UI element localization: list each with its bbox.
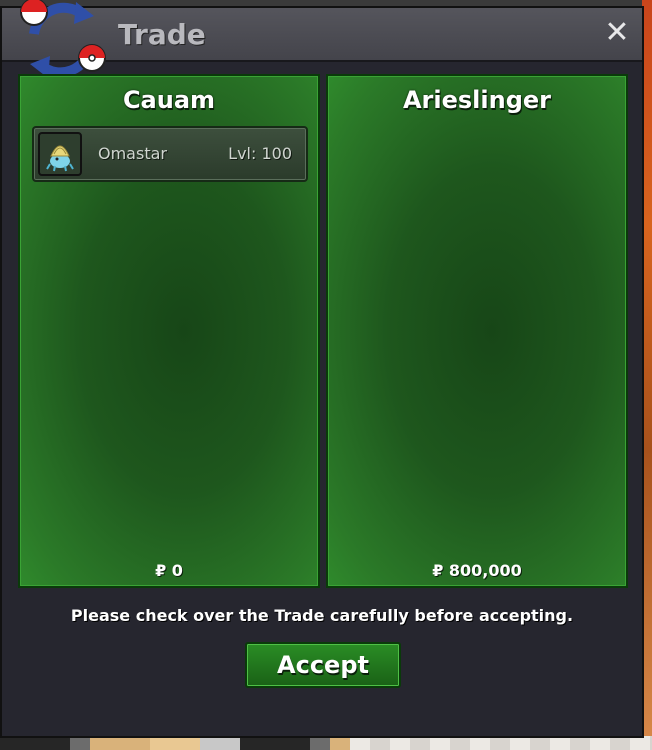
- background-scene-bottom: [0, 736, 652, 750]
- pokemon-icon-box: [38, 132, 82, 176]
- left-trade-panel: Cauam Omastar Lvl: 100 ₽ 0: [18, 74, 320, 588]
- window-title: Trade: [118, 18, 206, 51]
- right-trade-panel: Arieslinger ₽ 800,000: [326, 74, 628, 588]
- close-button[interactable]: ✕: [600, 16, 634, 50]
- trade-notice: Please check over the Trade carefully be…: [70, 606, 574, 625]
- left-money: ₽ 0: [155, 561, 183, 580]
- pokemon-level: Lvl: 100: [228, 144, 292, 163]
- left-player-name: Cauam: [122, 86, 216, 114]
- pokemon-slot[interactable]: Omastar Lvl: 100: [32, 126, 308, 182]
- pokemon-name: Omastar: [98, 144, 167, 163]
- trade-window: Trade ✕ Cauam Omastar Lvl: 100 ₽ 0 Aries…: [0, 0, 644, 738]
- accept-button[interactable]: Accept: [245, 642, 401, 688]
- omastar-icon: [46, 145, 74, 172]
- close-icon: ✕: [604, 15, 630, 50]
- trade-panels: Cauam Omastar Lvl: 100 ₽ 0 Arieslinger ₽…: [14, 74, 632, 592]
- right-player-name: Arieslinger: [402, 86, 552, 114]
- right-money: ₽ 800,000: [432, 561, 522, 580]
